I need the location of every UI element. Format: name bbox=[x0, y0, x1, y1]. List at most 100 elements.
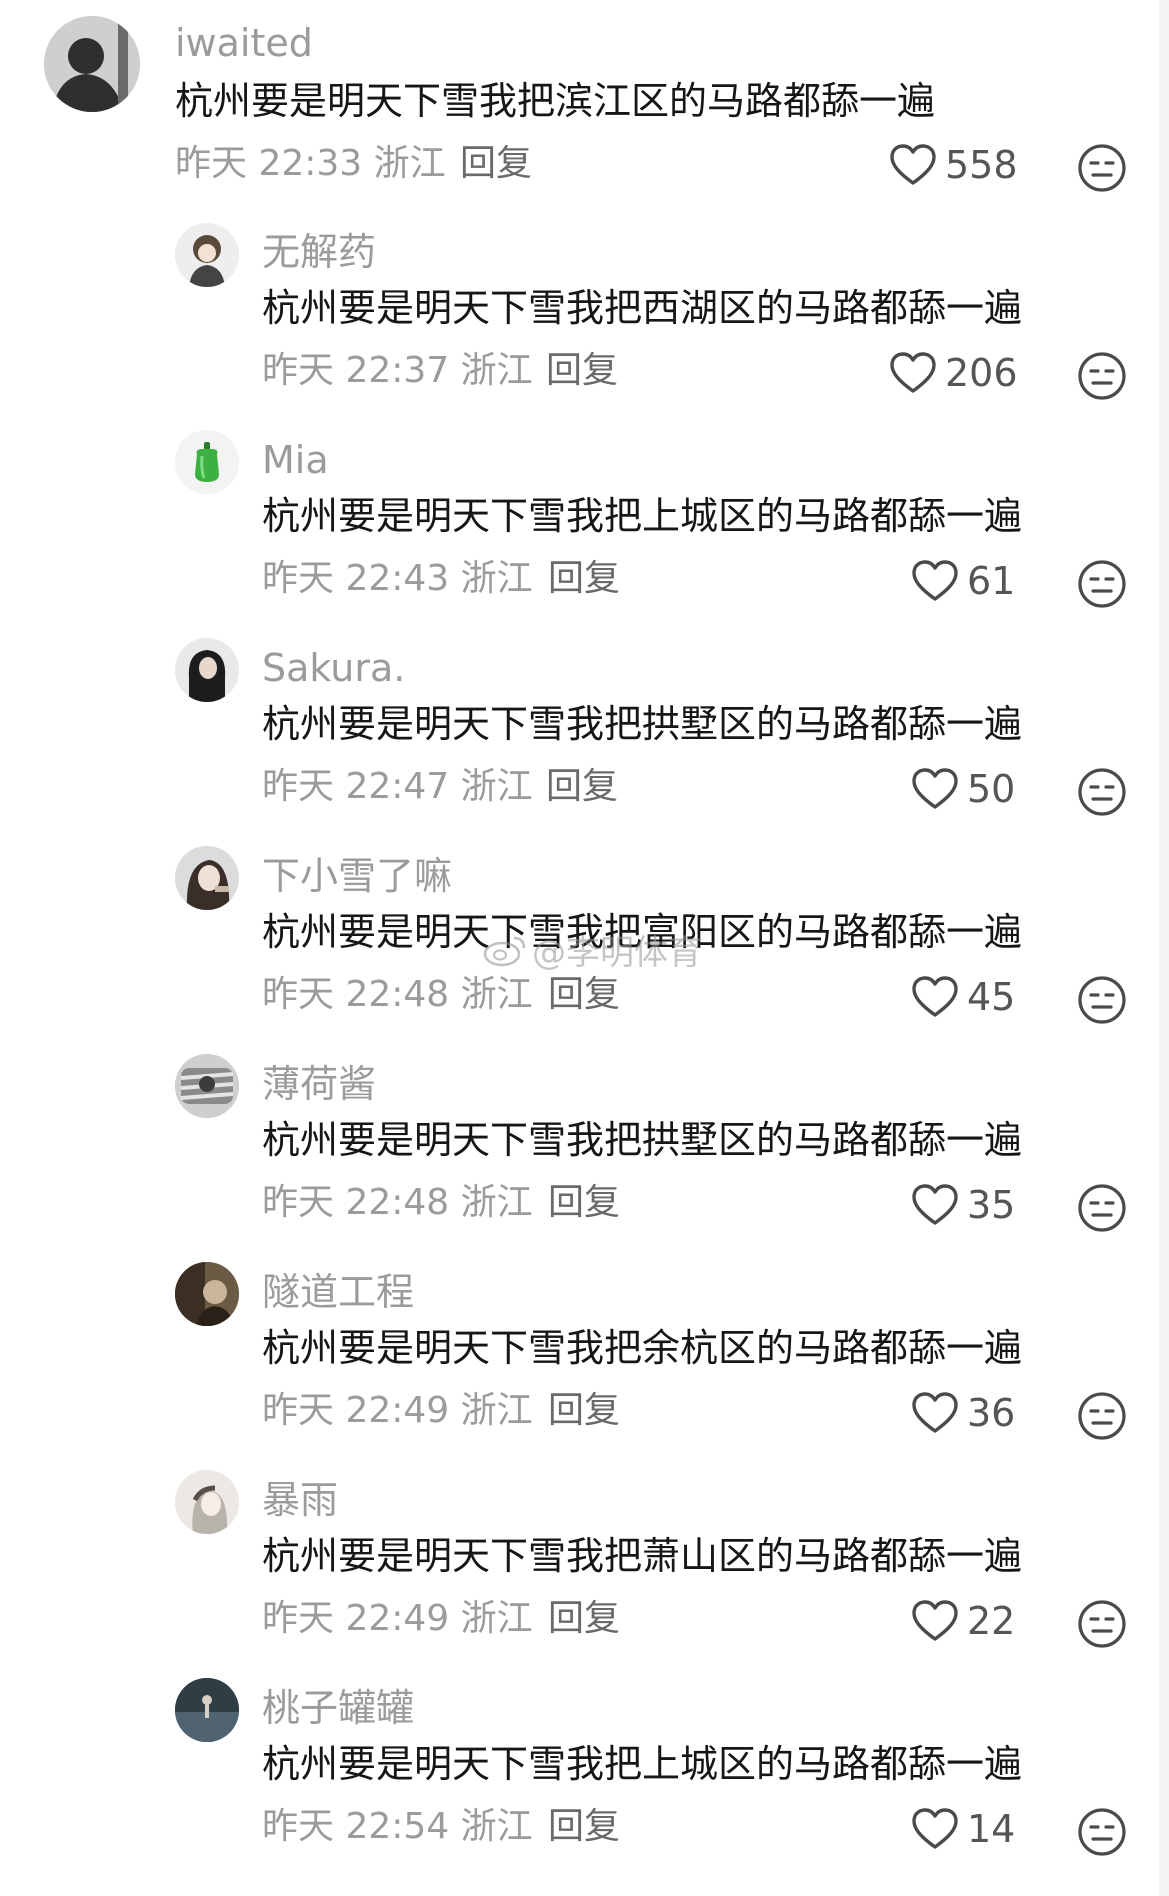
like-button[interactable]: 14 bbox=[911, 1804, 1015, 1854]
like-button[interactable]: 35 bbox=[911, 1180, 1015, 1230]
neutral-face-icon bbox=[1078, 768, 1126, 816]
comment-item: iwaited 杭州要是明天下雪我把滨江区的马路都舔一遍 昨天 22:33 浙江… bbox=[0, 0, 1169, 200]
dislike-button[interactable] bbox=[1077, 1599, 1127, 1649]
heart-icon bbox=[890, 144, 936, 185]
neutral-face-icon bbox=[1078, 1184, 1126, 1232]
dislike-button[interactable] bbox=[1077, 559, 1127, 609]
dislike-button[interactable] bbox=[1077, 1391, 1127, 1441]
reply-button[interactable]: 回复 bbox=[548, 1393, 620, 1429]
reply-button[interactable]: 回复 bbox=[546, 769, 618, 805]
user-avatar-icon[interactable] bbox=[175, 1054, 239, 1118]
comment-username[interactable]: 下小雪了嘛 bbox=[262, 857, 452, 895]
reply-button[interactable]: 回复 bbox=[460, 146, 532, 182]
comment-text: 杭州要是明天下雪我把萧山区的马路都舔一遍 bbox=[262, 1534, 1023, 1578]
like-button[interactable]: 22 bbox=[911, 1596, 1015, 1646]
neutral-face-icon bbox=[1078, 560, 1126, 608]
like-count: 14 bbox=[967, 1807, 1016, 1851]
like-count: 558 bbox=[945, 143, 1018, 187]
reply-item: Sakura. 杭州要是明天下雪我把拱墅区的马路都舔一遍 昨天 22:47 浙江… bbox=[0, 624, 1169, 824]
comment-username[interactable]: iwaited bbox=[175, 24, 313, 62]
heart-icon bbox=[912, 976, 958, 1017]
reply-button[interactable]: 回复 bbox=[548, 1185, 620, 1221]
comment-text: 杭州要是明天下雪我把富阳区的马路都舔一遍 bbox=[262, 910, 1023, 954]
dislike-button[interactable] bbox=[1077, 143, 1127, 193]
reply-item: 暴雨 杭州要是明天下雪我把萧山区的马路都舔一遍 昨天 22:49 浙江 回复 2… bbox=[0, 1456, 1169, 1656]
comment-meta: 昨天 22:37 浙江 bbox=[262, 350, 533, 391]
comment-username[interactable]: 无解药 bbox=[262, 233, 376, 271]
user-avatar-icon[interactable] bbox=[44, 16, 140, 112]
dislike-button[interactable] bbox=[1077, 1183, 1127, 1233]
comment-text: 杭州要是明天下雪我把西湖区的马路都舔一遍 bbox=[262, 286, 1023, 330]
like-button[interactable]: 61 bbox=[911, 556, 1015, 606]
comment-meta: 昨天 22:49 浙江 bbox=[262, 1598, 533, 1639]
like-button[interactable]: 36 bbox=[911, 1388, 1015, 1438]
comment-text: 杭州要是明天下雪我把余杭区的马路都舔一遍 bbox=[262, 1326, 1023, 1370]
like-button[interactable]: 45 bbox=[911, 972, 1015, 1022]
user-avatar-icon[interactable] bbox=[175, 1470, 239, 1534]
comment-meta: 昨天 22:33 浙江 bbox=[175, 143, 446, 184]
neutral-face-icon bbox=[1078, 144, 1126, 192]
user-avatar-icon[interactable] bbox=[175, 1678, 239, 1742]
comment-text: 杭州要是明天下雪我把上城区的马路都舔一遍 bbox=[262, 494, 1023, 538]
comment-text: 杭州要是明天下雪我把滨江区的马路都舔一遍 bbox=[175, 79, 936, 123]
green-pepper-avatar-icon[interactable] bbox=[175, 430, 239, 494]
reply-button[interactable]: 回复 bbox=[548, 1809, 620, 1845]
reply-button[interactable]: 回复 bbox=[546, 353, 618, 389]
neutral-face-icon bbox=[1078, 352, 1126, 400]
reply-item: 隧道工程 杭州要是明天下雪我把余杭区的马路都舔一遍 昨天 22:49 浙江 回复… bbox=[0, 1248, 1169, 1448]
dislike-button[interactable] bbox=[1077, 767, 1127, 817]
heart-icon bbox=[912, 560, 958, 601]
reply-item: 薄荷酱 杭州要是明天下雪我把拱墅区的马路都舔一遍 昨天 22:48 浙江 回复 … bbox=[0, 1040, 1169, 1240]
like-button[interactable]: 206 bbox=[889, 348, 1018, 398]
user-avatar-icon[interactable] bbox=[175, 223, 239, 287]
like-count: 45 bbox=[967, 975, 1016, 1019]
heart-icon bbox=[912, 768, 958, 809]
comment-meta: 昨天 22:48 浙江 bbox=[262, 1182, 533, 1223]
comment-meta: 昨天 22:47 浙江 bbox=[262, 766, 533, 807]
reply-item: 无解药 杭州要是明天下雪我把西湖区的马路都舔一遍 昨天 22:37 浙江 回复 … bbox=[0, 208, 1169, 408]
like-count: 61 bbox=[967, 559, 1016, 603]
comment-username[interactable]: 隧道工程 bbox=[262, 1273, 414, 1311]
comment-username[interactable]: Mia bbox=[262, 441, 329, 479]
reply-item: Mia 杭州要是明天下雪我把上城区的马路都舔一遍 昨天 22:43 浙江 回复 … bbox=[0, 416, 1169, 616]
comment-text: 杭州要是明天下雪我把拱墅区的马路都舔一遍 bbox=[262, 1118, 1023, 1162]
heart-icon bbox=[912, 1808, 958, 1849]
comment-username[interactable]: 薄荷酱 bbox=[262, 1065, 376, 1103]
comment-username[interactable]: Sakura. bbox=[262, 649, 405, 687]
comment-username[interactable]: 桃子罐罐 bbox=[262, 1689, 414, 1727]
comment-meta: 昨天 22:43 浙江 bbox=[262, 558, 533, 599]
heart-icon bbox=[890, 352, 936, 393]
reply-button[interactable]: 回复 bbox=[548, 1601, 620, 1637]
comment-username[interactable]: 暴雨 bbox=[262, 1481, 338, 1519]
heart-icon bbox=[912, 1184, 958, 1225]
dislike-button[interactable] bbox=[1077, 975, 1127, 1025]
neutral-face-icon bbox=[1078, 976, 1126, 1024]
comment-meta: 昨天 22:48 浙江 bbox=[262, 974, 533, 1015]
dislike-button[interactable] bbox=[1077, 1807, 1127, 1857]
reply-button[interactable]: 回复 bbox=[548, 977, 620, 1013]
comment-text: 杭州要是明天下雪我把上城区的马路都舔一遍 bbox=[262, 1742, 1023, 1786]
reply-button[interactable]: 回复 bbox=[548, 561, 620, 597]
neutral-face-icon bbox=[1078, 1600, 1126, 1648]
like-button[interactable]: 50 bbox=[911, 764, 1015, 814]
comment-meta: 昨天 22:54 浙江 bbox=[262, 1806, 533, 1847]
like-count: 50 bbox=[967, 767, 1016, 811]
page-edge bbox=[1159, 0, 1169, 1896]
user-avatar-icon[interactable] bbox=[175, 638, 239, 702]
user-avatar-icon[interactable] bbox=[175, 846, 239, 910]
heart-icon bbox=[912, 1600, 958, 1641]
neutral-face-icon bbox=[1078, 1392, 1126, 1440]
like-count: 22 bbox=[967, 1599, 1016, 1643]
like-button[interactable]: 558 bbox=[889, 140, 1018, 190]
comment-meta: 昨天 22:49 浙江 bbox=[262, 1390, 533, 1431]
like-count: 36 bbox=[967, 1391, 1016, 1435]
reply-item: 桃子罐罐 杭州要是明天下雪我把上城区的马路都舔一遍 昨天 22:54 浙江 回复… bbox=[0, 1664, 1169, 1864]
neutral-face-icon bbox=[1078, 1808, 1126, 1856]
reply-item: 下小雪了嘛 杭州要是明天下雪我把富阳区的马路都舔一遍 昨天 22:48 浙江 回… bbox=[0, 832, 1169, 1032]
heart-icon bbox=[912, 1392, 958, 1433]
like-count: 206 bbox=[945, 351, 1018, 395]
like-count: 35 bbox=[967, 1183, 1016, 1227]
comment-text: 杭州要是明天下雪我把拱墅区的马路都舔一遍 bbox=[262, 702, 1023, 746]
user-avatar-icon[interactable] bbox=[175, 1262, 239, 1326]
dislike-button[interactable] bbox=[1077, 351, 1127, 401]
